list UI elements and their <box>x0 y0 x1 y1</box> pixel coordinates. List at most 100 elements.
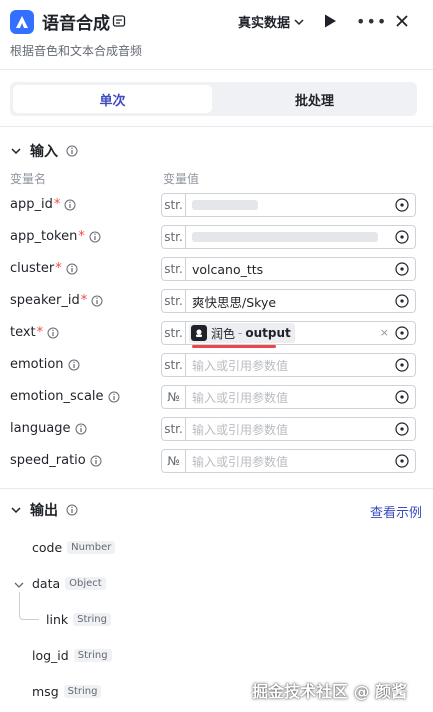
param-name: emotion <box>10 357 64 372</box>
node-description: 根据音色和文本合成音频 <box>10 44 143 58</box>
variable-ref-icon[interactable] <box>395 262 409 276</box>
output-field-log_id: log_id String <box>32 648 112 663</box>
divider <box>0 126 433 127</box>
param-name: speaker_id <box>10 293 80 308</box>
required-mark: * <box>36 325 44 340</box>
view-example-link[interactable]: 查看示例 <box>370 502 422 521</box>
output-field-link: link String <box>46 612 111 627</box>
output-field-data: data Object <box>32 576 106 591</box>
output-field-type: Number <box>67 541 116 554</box>
param-label-emotion_scale: emotion_scale <box>10 389 120 404</box>
info-icon <box>68 359 80 370</box>
info-icon <box>89 231 101 242</box>
variable-ref-icon[interactable] <box>395 358 409 372</box>
variable-reference-chip[interactable]: 润色 - output <box>189 323 295 343</box>
node-title: 语音合成 <box>42 14 110 34</box>
type-badge: № <box>162 386 186 408</box>
info-icon <box>75 423 87 434</box>
required-mark: * <box>78 229 85 244</box>
variable-ref-icon[interactable] <box>395 230 409 244</box>
info-icon <box>66 504 78 516</box>
param-field-emotion[interactable]: str. 输入或引用参数值 <box>161 353 416 377</box>
param-field-cluster[interactable]: str. volcano_tts <box>161 257 416 281</box>
watermark: 掘金技术社区 @ 颜酱 <box>252 682 408 701</box>
param-field-speaker_id[interactable]: str. 爽快思思/Skye <box>161 289 416 313</box>
info-icon <box>66 145 78 157</box>
param-name: speed_ratio <box>10 453 86 468</box>
type-badge: str. <box>162 226 186 248</box>
column-header-name: 变量名 <box>10 172 47 186</box>
redacted-value <box>192 200 258 210</box>
chevron-down-icon <box>294 18 304 25</box>
param-field-text[interactable]: str. 润色 - output × <box>161 321 416 345</box>
param-placeholder: 输入或引用参数值 <box>192 422 289 437</box>
required-mark: * <box>55 261 62 276</box>
variable-ref-icon[interactable] <box>395 454 409 468</box>
chevron-down-icon <box>11 148 21 155</box>
type-badge: str. <box>162 322 186 344</box>
param-placeholder: 输入或引用参数值 <box>192 454 289 469</box>
data-mode-select[interactable]: 真实数据 <box>238 12 304 31</box>
param-label-text: text * <box>10 325 59 340</box>
param-value: volcano_tts <box>192 261 264 277</box>
param-label-language: language <box>10 421 87 436</box>
param-field-language[interactable]: str. 输入或引用参数值 <box>161 417 416 441</box>
tab-batch[interactable]: 批处理 <box>215 85 414 113</box>
app-logo-icon <box>10 10 34 34</box>
output-section-title: 输出 <box>30 503 58 519</box>
more-icon[interactable]: ••• <box>356 12 387 31</box>
output-field-name: code <box>32 540 63 555</box>
input-section-title: 输入 <box>30 144 58 160</box>
param-label-app_token: app_token * <box>10 229 101 244</box>
variable-ref-icon[interactable] <box>395 198 409 212</box>
output-field-type: String <box>73 613 111 626</box>
param-value: 爽快思思/Skye <box>192 294 277 310</box>
param-name: cluster <box>10 261 55 276</box>
info-icon <box>66 263 78 274</box>
divider <box>0 488 433 489</box>
clear-reference-icon[interactable]: × <box>380 326 389 339</box>
input-section-header[interactable]: 输入 <box>10 141 78 161</box>
param-placeholder: 输入或引用参数值 <box>192 390 289 405</box>
output-field-code: code Number <box>32 540 116 555</box>
param-field-emotion_scale[interactable]: № 输入或引用参数值 <box>161 385 416 409</box>
param-field-speed_ratio[interactable]: № 输入或引用参数值 <box>161 449 416 473</box>
type-badge: str. <box>162 258 186 280</box>
param-name: app_token <box>10 229 78 244</box>
card-icon[interactable] <box>112 14 126 28</box>
tab-single[interactable]: 单次 <box>13 85 212 113</box>
ref-separator: - <box>238 326 243 340</box>
param-placeholder: 输入或引用参数值 <box>192 358 289 373</box>
param-name: language <box>10 421 71 436</box>
close-icon[interactable] <box>394 13 410 29</box>
required-mark: * <box>80 293 88 308</box>
play-icon[interactable] <box>322 13 338 29</box>
variable-ref-icon[interactable] <box>395 390 409 404</box>
output-field-type: Object <box>65 577 106 590</box>
output-field-name: data <box>32 576 61 591</box>
param-field-app_id[interactable]: str. <box>161 193 416 217</box>
param-label-speed_ratio: speed_ratio <box>10 453 102 468</box>
node-avatar-icon <box>191 325 207 341</box>
info-icon <box>91 295 103 306</box>
required-mark: * <box>53 197 61 212</box>
param-label-cluster: cluster * <box>10 261 78 276</box>
output-field-type: String <box>73 649 112 662</box>
output-field-name: msg <box>32 684 59 699</box>
param-field-app_token[interactable]: str. <box>161 225 416 249</box>
output-section-header[interactable]: 输出 <box>10 500 78 520</box>
type-badge: str. <box>162 194 186 216</box>
chevron-down-icon[interactable] <box>14 580 24 590</box>
info-icon <box>64 199 76 210</box>
param-name: text <box>10 325 36 340</box>
node-header: 语音合成 真实数据 ••• 根据音色和文本合成音频 <box>0 0 433 70</box>
data-mode-label: 真实数据 <box>238 16 291 31</box>
output-field-name: link <box>46 612 69 627</box>
param-name: app_id <box>10 197 53 212</box>
param-label-speaker_id: speaker_id * <box>10 293 103 308</box>
type-badge: str. <box>162 290 186 312</box>
ref-node-name: 润色 <box>211 326 236 341</box>
variable-ref-icon[interactable] <box>395 294 409 308</box>
variable-ref-icon[interactable] <box>395 326 409 340</box>
variable-ref-icon[interactable] <box>395 422 409 436</box>
